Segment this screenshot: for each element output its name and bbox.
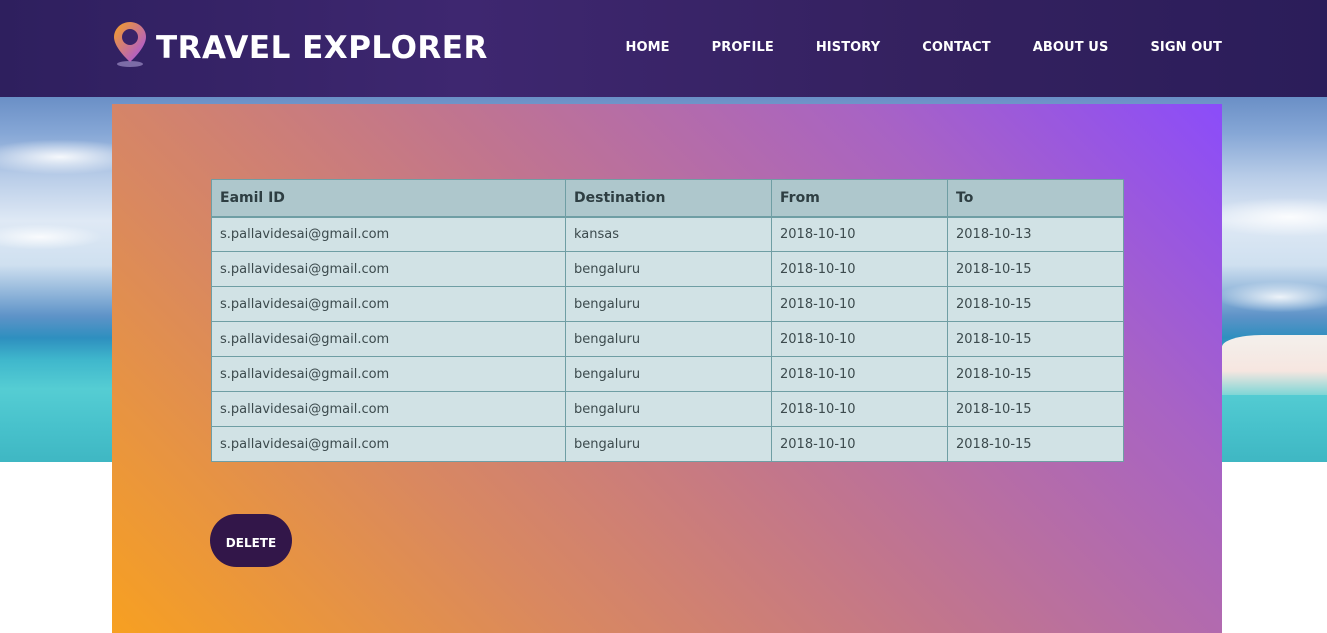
cell-to: 2018-10-15: [947, 251, 1124, 287]
table-row[interactable]: s.pallavidesai@gmail.com bengaluru 2018-…: [211, 321, 1124, 357]
cell-email: s.pallavidesai@gmail.com: [211, 356, 566, 392]
table-header-row: Eamil ID Destination From To: [211, 179, 1124, 218]
cell-destination: bengaluru: [565, 321, 772, 357]
cell-from: 2018-10-10: [771, 426, 948, 462]
brand-title: TRAVEL EXPLORER: [156, 30, 488, 66]
cell-from: 2018-10-10: [771, 391, 948, 427]
cell-from: 2018-10-10: [771, 286, 948, 322]
cell-from: 2018-10-10: [771, 216, 948, 252]
table-row[interactable]: s.pallavidesai@gmail.com bengaluru 2018-…: [211, 426, 1124, 462]
delete-button[interactable]: DELETE: [210, 514, 292, 567]
table-row[interactable]: s.pallavidesai@gmail.com bengaluru 2018-…: [211, 356, 1124, 392]
cell-destination: bengaluru: [565, 391, 772, 427]
cell-email: s.pallavidesai@gmail.com: [211, 321, 566, 357]
cell-to: 2018-10-15: [947, 426, 1124, 462]
column-header-to: To: [947, 179, 1124, 218]
cell-destination: bengaluru: [565, 426, 772, 462]
cell-email: s.pallavidesai@gmail.com: [211, 216, 566, 252]
cell-to: 2018-10-15: [947, 321, 1124, 357]
nav-profile[interactable]: PROFILE: [712, 40, 774, 55]
table-row[interactable]: s.pallavidesai@gmail.com bengaluru 2018-…: [211, 251, 1124, 287]
table-row[interactable]: s.pallavidesai@gmail.com bengaluru 2018-…: [211, 391, 1124, 427]
cell-to: 2018-10-15: [947, 356, 1124, 392]
cell-email: s.pallavidesai@gmail.com: [211, 251, 566, 287]
nav-history[interactable]: HISTORY: [816, 40, 880, 55]
cell-email: s.pallavidesai@gmail.com: [211, 286, 566, 322]
column-header-email: Eamil ID: [211, 179, 566, 218]
main-nav: HOME PROFILE HISTORY CONTACT ABOUT US SI…: [583, 40, 1222, 55]
cell-destination: kansas: [565, 216, 772, 252]
page: TRAVEL EXPLORER HOME PROFILE HISTORY CON…: [0, 0, 1327, 633]
map-pin-icon: [114, 22, 146, 67]
table-row[interactable]: s.pallavidesai@gmail.com bengaluru 2018-…: [211, 286, 1124, 322]
table-row[interactable]: s.pallavidesai@gmail.com kansas 2018-10-…: [211, 216, 1124, 252]
cell-email: s.pallavidesai@gmail.com: [211, 391, 566, 427]
cell-email: s.pallavidesai@gmail.com: [211, 426, 566, 462]
site-header: TRAVEL EXPLORER HOME PROFILE HISTORY CON…: [0, 0, 1327, 97]
column-header-from: From: [771, 179, 948, 218]
cell-destination: bengaluru: [565, 251, 772, 287]
cell-to: 2018-10-15: [947, 286, 1124, 322]
cell-to: 2018-10-15: [947, 391, 1124, 427]
history-panel: Eamil ID Destination From To s.pallavide…: [112, 104, 1222, 633]
cell-from: 2018-10-10: [771, 356, 948, 392]
column-header-destination: Destination: [565, 179, 772, 218]
nav-home[interactable]: HOME: [625, 40, 669, 55]
cell-destination: bengaluru: [565, 356, 772, 392]
nav-about-us[interactable]: ABOUT US: [1033, 40, 1109, 55]
trip-history-table: Eamil ID Destination From To s.pallavide…: [211, 179, 1124, 462]
brand-logo[interactable]: TRAVEL EXPLORER: [112, 20, 488, 68]
cell-from: 2018-10-10: [771, 251, 948, 287]
cell-to: 2018-10-13: [947, 216, 1124, 252]
cell-from: 2018-10-10: [771, 321, 948, 357]
nav-contact[interactable]: CONTACT: [922, 40, 991, 55]
nav-sign-out[interactable]: SIGN OUT: [1150, 40, 1222, 55]
cell-destination: bengaluru: [565, 286, 772, 322]
